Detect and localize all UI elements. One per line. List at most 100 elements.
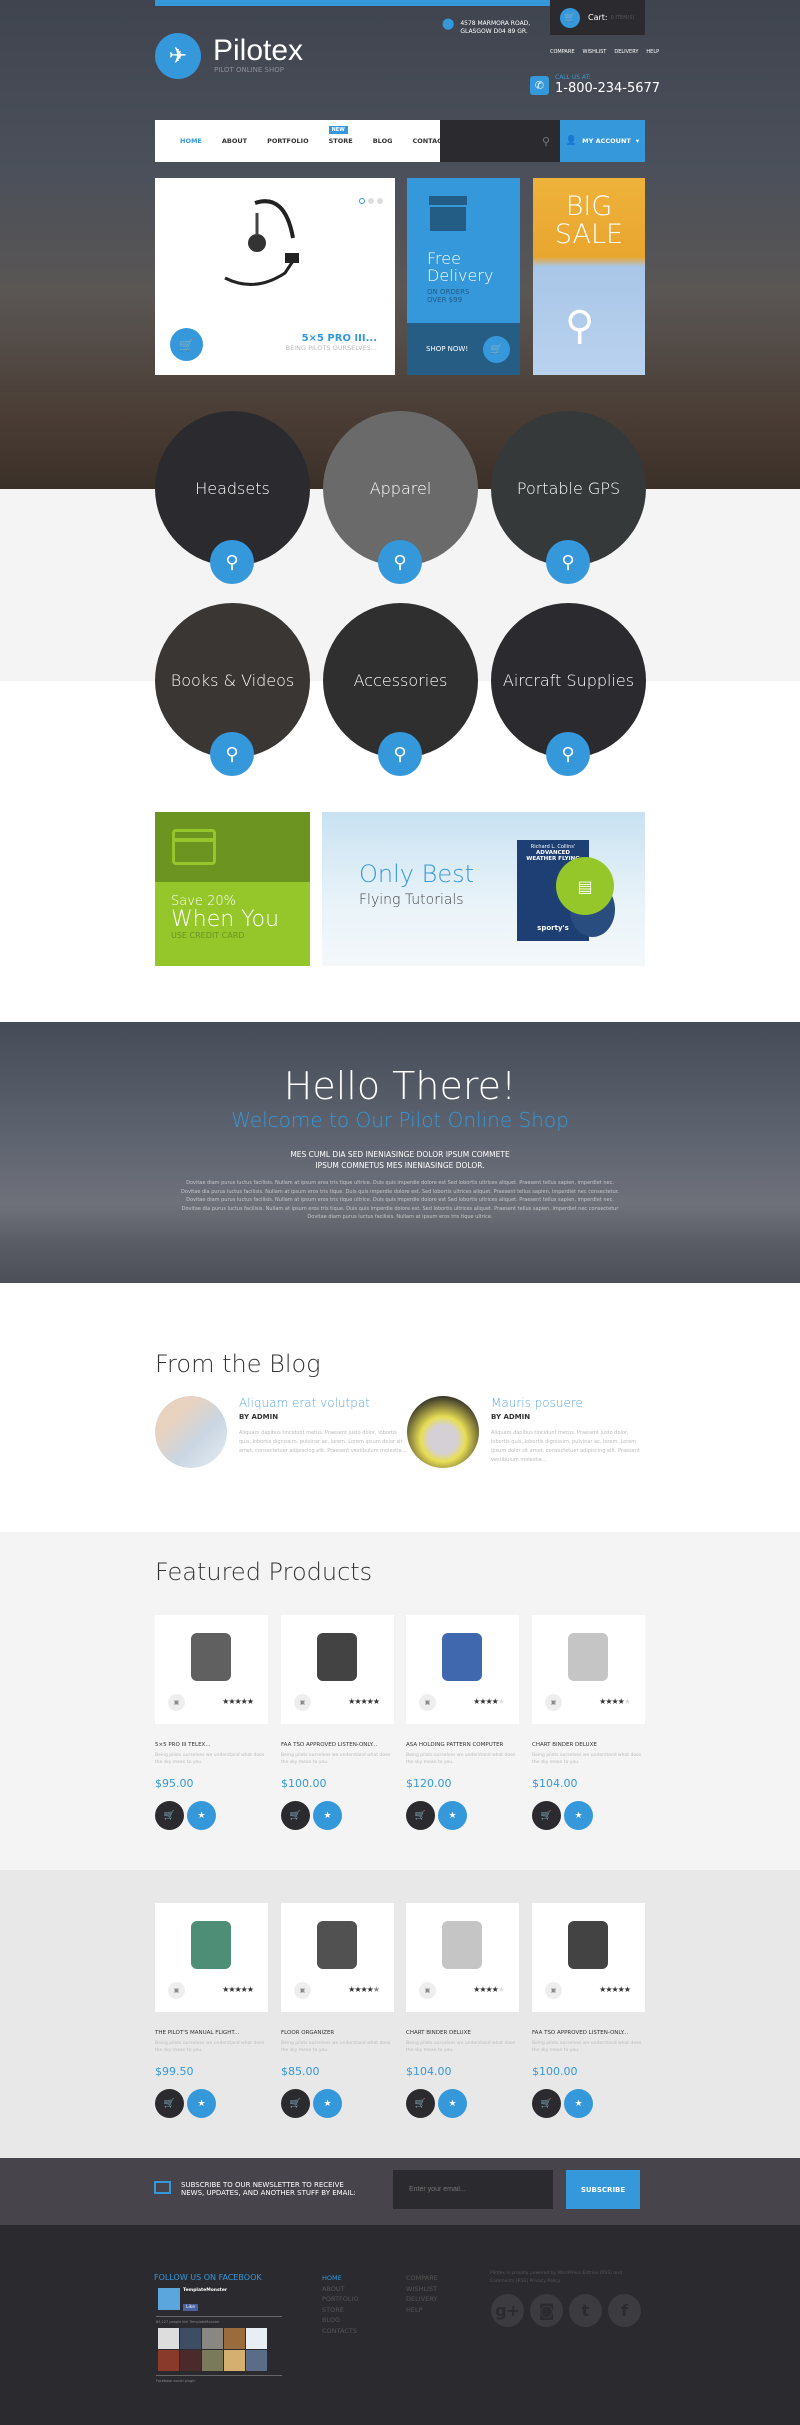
- product-image[interactable]: ▣ ★★★★★: [155, 1903, 268, 2012]
- top-link-wishlist[interactable]: WISHLIST: [583, 49, 607, 55]
- quick-view-icon[interactable]: ▣: [294, 1694, 311, 1711]
- fb-like-button[interactable]: Like: [183, 2304, 198, 2311]
- add-to-cart-button[interactable]: 🛒: [155, 1801, 184, 1830]
- slider-dots[interactable]: [359, 198, 383, 204]
- search-icon[interactable]: ⚲: [378, 732, 422, 776]
- nav-portfolio[interactable]: PORTFOLIO: [267, 137, 309, 145]
- add-to-cart-button[interactable]: 🛒: [406, 1801, 435, 1830]
- add-to-cart-button[interactable]: 🛒: [281, 2089, 310, 2118]
- product-image[interactable]: ▣ ★★★★★: [155, 1615, 268, 1724]
- product-name[interactable]: 5×5 PRO III TELEX...: [155, 1742, 268, 1748]
- footer-link-delivery[interactable]: DELIVERY: [406, 2294, 438, 2305]
- quick-view-icon[interactable]: ▣: [168, 1982, 185, 1999]
- my-account-button[interactable]: 👤 MY ACCOUNT ▾: [560, 120, 645, 162]
- fb-page-name[interactable]: TemplateMonster: [183, 2288, 227, 2293]
- blog-thumbnail[interactable]: [155, 1396, 227, 1468]
- search-icon[interactable]: ⚲: [378, 540, 422, 584]
- footer-link-help[interactable]: HELP: [406, 2305, 438, 2316]
- product-name[interactable]: THE PILOT'S MANUAL FLIGHT...: [155, 2030, 268, 2036]
- product-image[interactable]: ▣ ★★★★★: [281, 1903, 394, 2012]
- free-delivery-banner[interactable]: Free Delivery ON ORDERS OVER $99 SHOP NOW!…: [407, 178, 520, 375]
- credit-card-promo[interactable]: Save 20% When You USE CREDIT CARD: [155, 812, 310, 966]
- quick-view-icon[interactable]: ▣: [419, 1982, 436, 1999]
- add-to-cart-button[interactable]: 🛒: [281, 1801, 310, 1830]
- footer-link-compare[interactable]: COMPARE: [406, 2273, 438, 2284]
- product-image[interactable]: ▣ ★★★★★: [406, 1615, 519, 1724]
- footer-link-home[interactable]: HOME: [322, 2273, 359, 2284]
- quick-view-icon[interactable]: ▣: [545, 1982, 562, 1999]
- wishlist-button[interactable]: ★: [187, 2089, 216, 2118]
- quick-view-icon[interactable]: ▣: [419, 1694, 436, 1711]
- product-name[interactable]: FAA TSO APPROVED LISTEN-ONLY...: [281, 1742, 394, 1748]
- nav-home[interactable]: HOME: [180, 137, 202, 145]
- instagram-icon[interactable]: ◙: [530, 2294, 563, 2327]
- facebook-icon[interactable]: f: [608, 2294, 641, 2327]
- slider-dot[interactable]: [377, 198, 383, 204]
- quick-view-icon[interactable]: ▣: [168, 1694, 185, 1711]
- slider-dot[interactable]: [368, 198, 374, 204]
- facebook-widget[interactable]: TemplateMonster Like 65,127 people like T…: [156, 2288, 282, 2383]
- footer-link-about[interactable]: ABOUT: [322, 2284, 359, 2295]
- top-link-compare[interactable]: COMPARE: [550, 49, 575, 55]
- big-sale-banner[interactable]: BIG SALE ⚲: [533, 178, 645, 375]
- add-to-cart-button[interactable]: 🛒: [406, 2089, 435, 2118]
- footer-link-portfolio[interactable]: PORTFOLIO: [322, 2294, 359, 2305]
- blog-post-title[interactable]: Aliquam erat volutpat: [239, 1396, 407, 1410]
- wishlist-button[interactable]: ★: [564, 2089, 593, 2118]
- product-name[interactable]: CHART BINDER DELUXE: [532, 1742, 645, 1748]
- brand-name[interactable]: Pilotex: [213, 34, 303, 68]
- blog-post-title[interactable]: Mauris posuere: [491, 1396, 645, 1410]
- footer-link-blog[interactable]: BLOG: [322, 2315, 359, 2326]
- product-name[interactable]: ASA HOLDING PATTERN COMPUTER: [406, 1742, 519, 1748]
- search-icon[interactable]: ⚲: [546, 732, 590, 776]
- add-to-cart-button[interactable]: 🛒: [532, 2089, 561, 2118]
- slider-dot-active[interactable]: [359, 198, 365, 204]
- email-input[interactable]: [393, 2170, 553, 2209]
- wishlist-button[interactable]: ★: [313, 1801, 342, 1830]
- top-link-help[interactable]: HELP: [646, 49, 659, 55]
- top-link-delivery[interactable]: DELIVERY: [614, 49, 638, 55]
- footer-link-wishlist[interactable]: WISHLIST: [406, 2284, 438, 2295]
- footer-link-contacts[interactable]: CONTACTS: [322, 2326, 359, 2337]
- tutorials-promo[interactable]: Only Best Flying Tutorials Richard L. Co…: [322, 812, 645, 966]
- product-name[interactable]: CHART BINDER DELUXE: [406, 2030, 519, 2036]
- product-image[interactable]: ▣ ★★★★★: [406, 1903, 519, 2012]
- product-slider[interactable]: 🛒 5×5 PRO III... BEING PILOTS OURSELVES.…: [155, 178, 395, 375]
- slide-title[interactable]: 5×5 PRO III...: [286, 333, 377, 344]
- product-image[interactable]: ▣ ★★★★★: [532, 1903, 645, 2012]
- wishlist-button[interactable]: ★: [187, 1801, 216, 1830]
- phone-number[interactable]: 1-800-234-5677: [555, 81, 660, 96]
- wishlist-button[interactable]: ★: [438, 2089, 467, 2118]
- blog-thumbnail[interactable]: [407, 1396, 479, 1468]
- add-to-cart-button[interactable]: 🛒: [532, 1801, 561, 1830]
- search-icon[interactable]: ⚲: [210, 732, 254, 776]
- wishlist-button[interactable]: ★: [438, 1801, 467, 1830]
- add-to-cart-button[interactable]: 🛒: [155, 2089, 184, 2118]
- cart-button[interactable]: 🛒 Cart: 0 ITEM(S): [550, 0, 645, 35]
- product-name[interactable]: FAA TSO APPROVED LISTEN-ONLY...: [532, 2030, 645, 2036]
- product-image[interactable]: ▣ ★★★★★: [532, 1615, 645, 1724]
- product-name[interactable]: FLOOR ORGANIZER: [281, 2030, 394, 2036]
- nav-store[interactable]: NEW STORE: [328, 126, 353, 145]
- footer-link-store[interactable]: STORE: [322, 2305, 359, 2316]
- plane-logo-icon[interactable]: ✈: [155, 33, 201, 79]
- shop-now-link[interactable]: SHOP NOW!: [426, 345, 468, 353]
- search-icon[interactable]: ⚲: [210, 540, 254, 584]
- wishlist-button[interactable]: ★: [564, 1801, 593, 1830]
- search-icon[interactable]: ⚲: [546, 540, 590, 584]
- search-icon[interactable]: ⚲: [542, 135, 550, 148]
- quick-view-icon[interactable]: ▣: [545, 1694, 562, 1711]
- search-icon[interactable]: ⚲: [565, 303, 594, 349]
- search-input[interactable]: ⚲: [440, 120, 560, 162]
- document-icon[interactable]: ▤: [556, 857, 614, 915]
- cart-icon[interactable]: 🛒: [483, 335, 510, 363]
- cart-icon[interactable]: 🛒: [170, 328, 203, 361]
- nav-blog[interactable]: BLOG: [373, 137, 393, 145]
- product-image[interactable]: ▣ ★★★★★: [281, 1615, 394, 1724]
- google-plus-icon[interactable]: g+: [491, 2294, 524, 2327]
- quick-view-icon[interactable]: ▣: [294, 1982, 311, 1999]
- twitter-icon[interactable]: t: [569, 2294, 602, 2327]
- wishlist-button[interactable]: ★: [313, 2089, 342, 2118]
- nav-about[interactable]: ABOUT: [222, 137, 247, 145]
- subscribe-button[interactable]: SUBSCRIBE: [566, 2170, 640, 2209]
